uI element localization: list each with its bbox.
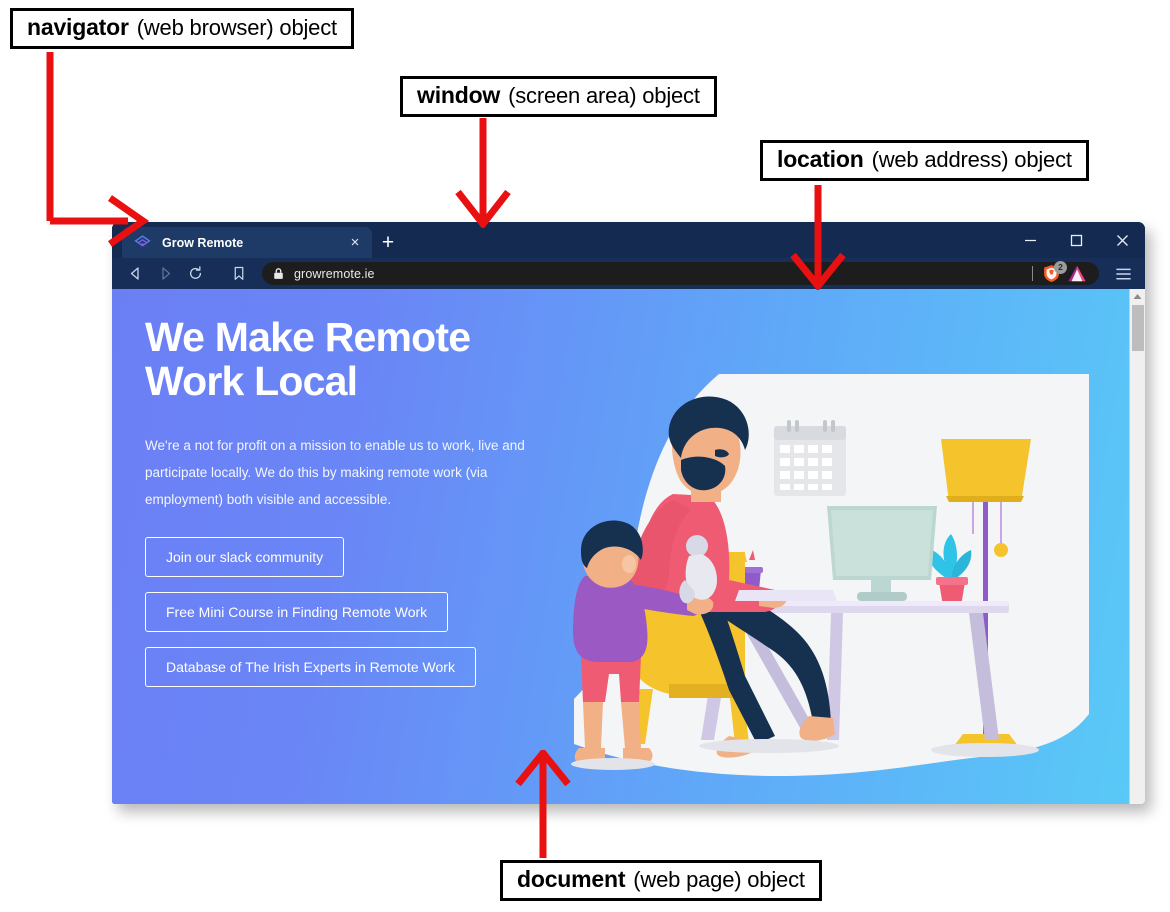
address-bar[interactable]: growremote.ie 2 <box>262 261 1099 285</box>
remote-worker-with-child-illustration <box>571 374 1089 776</box>
callout-document-desc: (web page) object <box>633 866 805 892</box>
arrow-window <box>455 118 511 228</box>
callout-navigator-term: navigator <box>27 14 129 40</box>
callout-navigator: navigator (web browser) object <box>10 8 354 49</box>
browser-window: Grow Remote × + growremote.ie 2 We Make … <box>112 222 1145 804</box>
browser-viewport: We Make Remote Work Local We're a not fo… <box>112 289 1145 804</box>
scroll-up-arrow-icon[interactable] <box>1130 289 1145 303</box>
brave-triangle-logo-icon[interactable] <box>1067 264 1087 283</box>
vertical-scrollbar[interactable] <box>1129 289 1145 804</box>
callout-navigator-desc: (web browser) object <box>136 14 337 40</box>
maximize-icon[interactable] <box>1053 222 1099 258</box>
browser-tab[interactable]: Grow Remote × <box>122 227 372 258</box>
bookmark-icon[interactable] <box>224 261 254 287</box>
callout-document-term: document <box>517 866 626 892</box>
lock-icon <box>274 268 283 279</box>
window-controls <box>1007 222 1145 258</box>
minimize-icon[interactable] <box>1007 222 1053 258</box>
tab-close-icon[interactable]: × <box>346 234 364 252</box>
cta-button-list: Join our slack community Free Mini Cours… <box>145 536 575 687</box>
hero-content: We Make Remote Work Local We're a not fo… <box>145 315 575 687</box>
callout-window: window (screen area) object <box>400 76 717 117</box>
tab-bar: Grow Remote × + <box>112 222 1145 258</box>
page-headline: We Make Remote Work Local <box>145 314 471 405</box>
callout-location-term: location <box>777 146 864 172</box>
shield-badge-count: 2 <box>1054 261 1067 274</box>
hamburger-menu-icon[interactable] <box>1109 261 1137 287</box>
arrow-document <box>515 750 571 858</box>
cta-database-irish-experts[interactable]: Database of The Irish Experts in Remote … <box>145 646 476 687</box>
callout-window-term: window <box>417 82 501 108</box>
tab-title: Grow Remote <box>162 235 244 250</box>
brave-shield-lion-icon[interactable]: 2 <box>1042 261 1067 283</box>
toolbar-divider <box>1032 266 1033 281</box>
address-bar-text: growremote.ie <box>294 266 375 281</box>
callout-location-desc: (web address) object <box>871 146 1072 172</box>
callout-window-desc: (screen area) object <box>508 82 700 108</box>
cta-free-mini-course[interactable]: Free Mini Course in Finding Remote Work <box>145 591 449 632</box>
address-bar-actions: 2 <box>1032 261 1089 283</box>
close-icon[interactable] <box>1099 222 1145 258</box>
callout-location: location (web address) object <box>760 140 1089 181</box>
reload-icon[interactable] <box>180 261 210 287</box>
new-tab-button[interactable]: + <box>374 227 402 258</box>
arrow-location <box>790 185 846 290</box>
arrow-navigator <box>46 52 150 247</box>
web-page-document: We Make Remote Work Local We're a not fo… <box>112 289 1129 804</box>
scrollbar-thumb[interactable] <box>1132 305 1144 351</box>
callout-document: document (web page) object <box>500 860 822 901</box>
cta-join-slack-community[interactable]: Join our slack community <box>145 536 345 577</box>
browser-toolbar: growremote.ie 2 <box>112 258 1145 289</box>
page-subcopy: We're a not for profit on a mission to e… <box>145 437 525 507</box>
